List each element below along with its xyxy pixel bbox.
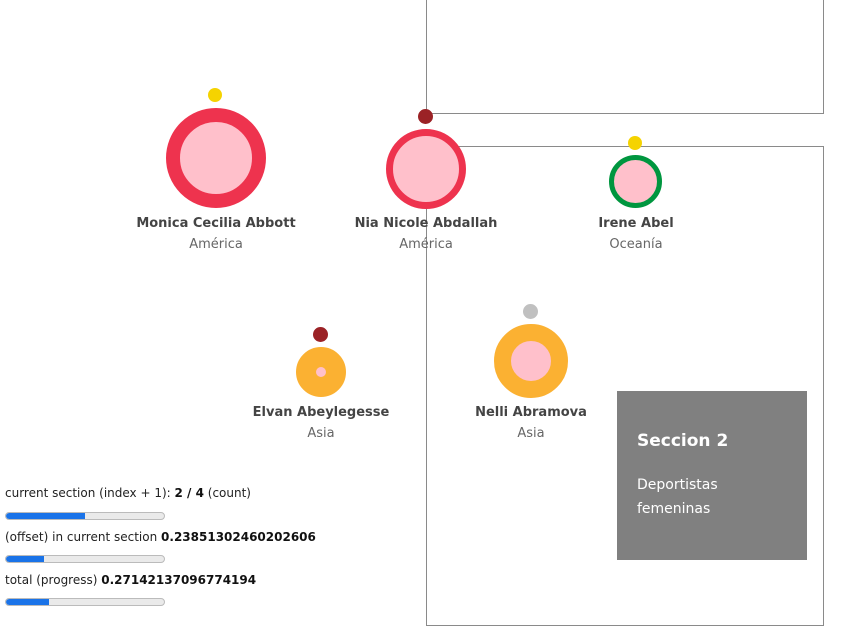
section-panel: Seccion 2 Deportistas femeninas: [617, 391, 807, 560]
medal-dot: [418, 109, 433, 124]
region-ring: [609, 155, 662, 208]
medal-dot: [628, 136, 642, 150]
athlete-name: Elvan Abeylegesse: [252, 405, 390, 420]
offset-progress-fill: [6, 556, 44, 562]
offset-readout: (offset) in current section 0.2385130246…: [5, 530, 316, 544]
total-readout-prefix: total (progress): [5, 573, 102, 587]
athlete-name: Nia Nicole Abdallah: [354, 216, 498, 231]
total-progress-bar: [5, 598, 165, 606]
section-readout-value: 2 / 4: [174, 486, 204, 500]
athlete-region: Asia: [517, 426, 545, 441]
medal-dot: [208, 88, 222, 102]
total-readout-value: 0.27142137096774194: [101, 573, 257, 587]
total-progress-fill: [6, 599, 49, 605]
region-ring: [166, 108, 266, 208]
section-readout-prefix: current section (index + 1):: [5, 486, 175, 500]
region-ring: [296, 347, 346, 397]
panel-title: Seccion 2: [637, 431, 729, 451]
section-frame-top: [426, 0, 824, 114]
athlete-region: América: [189, 237, 243, 252]
athlete-region: Asia: [307, 426, 335, 441]
athlete-region: América: [399, 237, 453, 252]
section-progress-bar: [5, 512, 165, 520]
medal-dot: [523, 304, 538, 319]
athlete-name: Irene Abel: [598, 216, 674, 231]
offset-progress-bar: [5, 555, 165, 563]
section-readout: current section (index + 1): 2 / 4 (coun…: [5, 486, 251, 500]
athlete-region: Oceanía: [609, 237, 663, 252]
section-readout-suffix: (count): [203, 486, 251, 500]
total-readout: total (progress) 0.27142137096774194: [5, 573, 256, 587]
offset-readout-prefix: (offset) in current section: [5, 530, 162, 544]
offset-readout-value: 0.23851302460202606: [161, 530, 316, 544]
athlete-name: Monica Cecilia Abbott: [136, 216, 296, 231]
region-ring: [494, 324, 568, 398]
medal-dot: [313, 327, 328, 342]
panel-text: Deportistas femeninas: [637, 477, 718, 517]
region-ring: [386, 129, 466, 209]
athlete-name: Nelli Abramova: [475, 405, 587, 420]
section-progress-fill: [6, 513, 85, 519]
